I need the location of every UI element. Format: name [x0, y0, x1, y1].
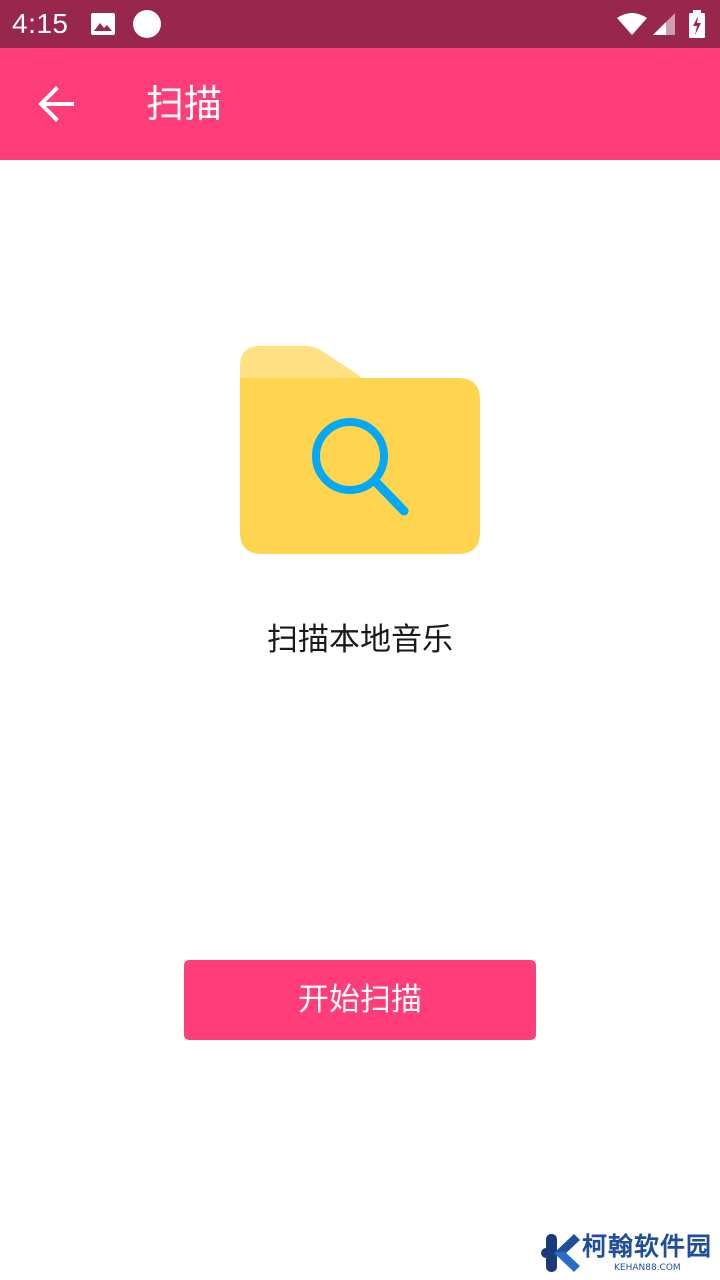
status-bar: 4:15 [0, 0, 720, 48]
scan-screen: 4:15 扫描 扫描本地音乐 开始扫描 柯翰软件园 KEHAN88.COM [0, 0, 720, 1280]
status-time: 4:15 [12, 8, 69, 39]
wifi-icon [616, 12, 648, 36]
arrow-left-icon [28, 76, 84, 132]
page-title: 扫描 [146, 82, 223, 126]
folder-search-icon [240, 346, 480, 554]
watermark-name: 柯翰软件园 [582, 1232, 713, 1261]
image-icon [90, 12, 116, 36]
back-button[interactable] [28, 76, 84, 132]
cell-signal-icon [652, 12, 676, 36]
scan-caption: 扫描本地音乐 [267, 622, 453, 658]
watermark-domain: KEHAN88.COM [614, 1263, 681, 1273]
watermark: 柯翰软件园 KEHAN88.COM [540, 1230, 713, 1276]
circle-indicator-icon [132, 9, 162, 39]
start-scan-button[interactable]: 开始扫描 [184, 960, 536, 1040]
battery-charging-icon [688, 10, 706, 38]
kehan-logo-icon [540, 1230, 582, 1276]
app-bar: 扫描 [0, 48, 720, 160]
